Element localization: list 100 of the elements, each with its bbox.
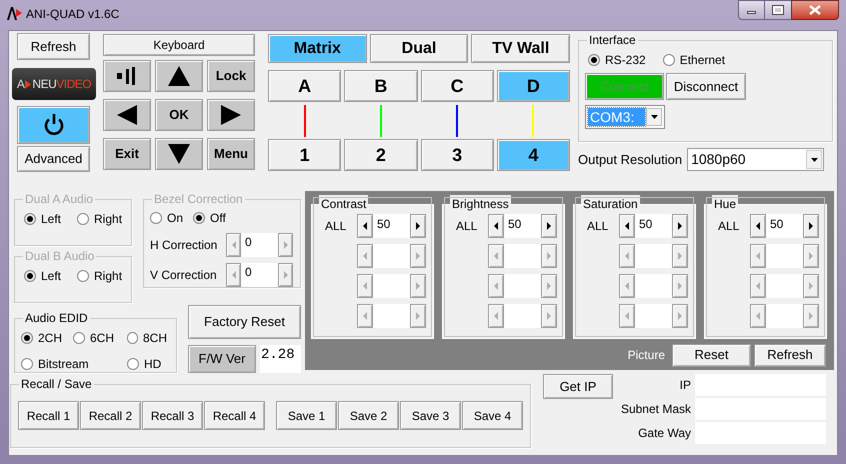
save-button[interactable]: Save 1 (276, 401, 337, 430)
setting-value-field[interactable] (373, 304, 410, 328)
decrease-button[interactable] (357, 214, 373, 238)
audio-format-radio[interactable]: Bitstream (21, 355, 127, 373)
factory-reset-button[interactable]: Factory Reset (188, 305, 301, 339)
audio-format-radio[interactable]: HD (127, 355, 167, 373)
interface-radio[interactable]: RS-232 (588, 51, 646, 69)
keypad-arrow-key[interactable] (155, 60, 203, 92)
right-arrow-icon (808, 282, 814, 290)
input-button[interactable]: A (268, 70, 342, 102)
keyboard-button[interactable]: Keyboard (103, 34, 255, 56)
mode-tab[interactable]: TV Wall (471, 34, 570, 63)
audio-format-radio[interactable]: 6CH (73, 329, 127, 347)
dropdown-arrow-icon (650, 115, 658, 119)
setting-value-field[interactable] (635, 304, 672, 328)
mode-tab[interactable]: Matrix (268, 34, 367, 63)
keypad-arrow-key[interactable] (103, 60, 151, 92)
keypad-key[interactable]: Lock (207, 60, 255, 92)
setting-value-field[interactable] (766, 274, 803, 298)
left-arrow-icon (230, 271, 236, 279)
audio-format-radio[interactable]: 2CH (21, 329, 73, 347)
increase-button[interactable] (803, 214, 819, 238)
keypad-arrow-key[interactable] (155, 138, 203, 170)
advanced-button[interactable]: Advanced (17, 146, 90, 172)
input-button[interactable]: D (496, 70, 570, 102)
refresh-button[interactable]: Refresh (17, 33, 90, 60)
output-button[interactable]: 1 (268, 139, 342, 171)
channel-label: ALL (718, 218, 740, 235)
refresh-button[interactable]: Refresh (754, 344, 826, 366)
left-arrow-icon (362, 252, 368, 260)
network-field-label: Gate Way (637, 425, 691, 442)
reset-button[interactable]: Reset (672, 344, 751, 366)
increase-button[interactable] (410, 214, 426, 238)
right-arrow-icon (415, 222, 421, 230)
group-title: Audio EDID (24, 310, 89, 327)
setting-value-field[interactable] (504, 244, 541, 268)
setting-value-field[interactable]: 50 (504, 214, 541, 238)
get-ip-button[interactable]: Get IP (543, 374, 613, 399)
recall-button[interactable]: Recall 2 (80, 401, 141, 430)
setting-value-field[interactable] (504, 304, 541, 328)
play-pause-icon (116, 67, 138, 85)
right-arrow-icon (282, 271, 288, 279)
output-button[interactable]: 2 (344, 139, 418, 171)
setting-value-field[interactable] (766, 304, 803, 328)
keypad-arrow-key[interactable] (103, 99, 151, 131)
setting-value-field[interactable] (373, 274, 410, 298)
setting-value-field[interactable]: 50 (766, 214, 803, 238)
interface-radio[interactable]: Ethernet (662, 51, 726, 69)
maximize-button[interactable] (765, 0, 791, 20)
close-button[interactable] (791, 0, 839, 20)
input-button[interactable]: C (420, 70, 494, 102)
increase-button[interactable] (541, 214, 557, 238)
recall-button[interactable]: Recall 3 (142, 401, 203, 430)
right-arrow-icon (415, 252, 421, 260)
save-button[interactable]: Save 3 (400, 401, 461, 430)
right-arrow-icon (282, 241, 288, 249)
setting-value-field[interactable] (504, 274, 541, 298)
power-button[interactable] (17, 106, 90, 144)
mode-tab[interactable]: Dual (370, 34, 468, 63)
correction-label: V Correction (150, 267, 218, 284)
group-title: Dual B Audio (24, 248, 96, 265)
keypad-key[interactable]: Menu (207, 138, 255, 170)
save-button[interactable]: Save 2 (338, 401, 399, 430)
decrease-button[interactable] (750, 214, 766, 238)
keypad-key[interactable]: OK (155, 99, 203, 131)
network-field-label: Subnet Mask (620, 401, 691, 418)
minimize-button[interactable] (738, 0, 765, 20)
setting-value-field[interactable]: 50 (373, 214, 410, 238)
increase-button[interactable] (672, 214, 688, 238)
input-button[interactable]: B (344, 70, 418, 102)
output-button[interactable]: 4 (496, 139, 570, 171)
output-resolution-label: Output Resolution (578, 150, 682, 169)
keypad-key[interactable]: Exit (103, 138, 151, 170)
decrease-button[interactable] (619, 214, 635, 238)
left-arrow-icon (755, 252, 761, 260)
left-arrow-icon (493, 282, 499, 290)
left-arrow-icon (493, 222, 499, 230)
left-arrow-icon (362, 312, 368, 320)
right-arrow-icon (677, 312, 683, 320)
setting-value-field[interactable] (373, 244, 410, 268)
output-resolution-dropdown[interactable]: 1080p60 (687, 148, 824, 171)
disconnect-button[interactable]: Disconnect (666, 73, 746, 100)
dropdown-arrow-icon (810, 158, 818, 162)
recall-button[interactable]: Recall 1 (18, 401, 79, 430)
setting-value-field[interactable]: 50 (635, 214, 672, 238)
save-button[interactable]: Save 4 (462, 401, 523, 430)
output-button[interactable]: 3 (420, 139, 494, 171)
audio-format-radio[interactable]: 8CH (127, 329, 167, 347)
decrease-button[interactable] (488, 214, 504, 238)
right-arrow-icon (546, 222, 552, 230)
firmware-version-button[interactable]: F/W Ver (188, 345, 256, 373)
channel-label: ALL (325, 218, 346, 235)
right-arrow-icon (221, 105, 241, 125)
left-arrow-icon (624, 252, 630, 260)
network-field-label: IP (678, 377, 691, 394)
setting-value-field[interactable] (635, 244, 672, 268)
setting-value-field[interactable] (635, 274, 672, 298)
recall-button[interactable]: Recall 4 (204, 401, 265, 430)
setting-value-field[interactable] (766, 244, 803, 268)
keypad-arrow-key[interactable] (207, 99, 255, 131)
